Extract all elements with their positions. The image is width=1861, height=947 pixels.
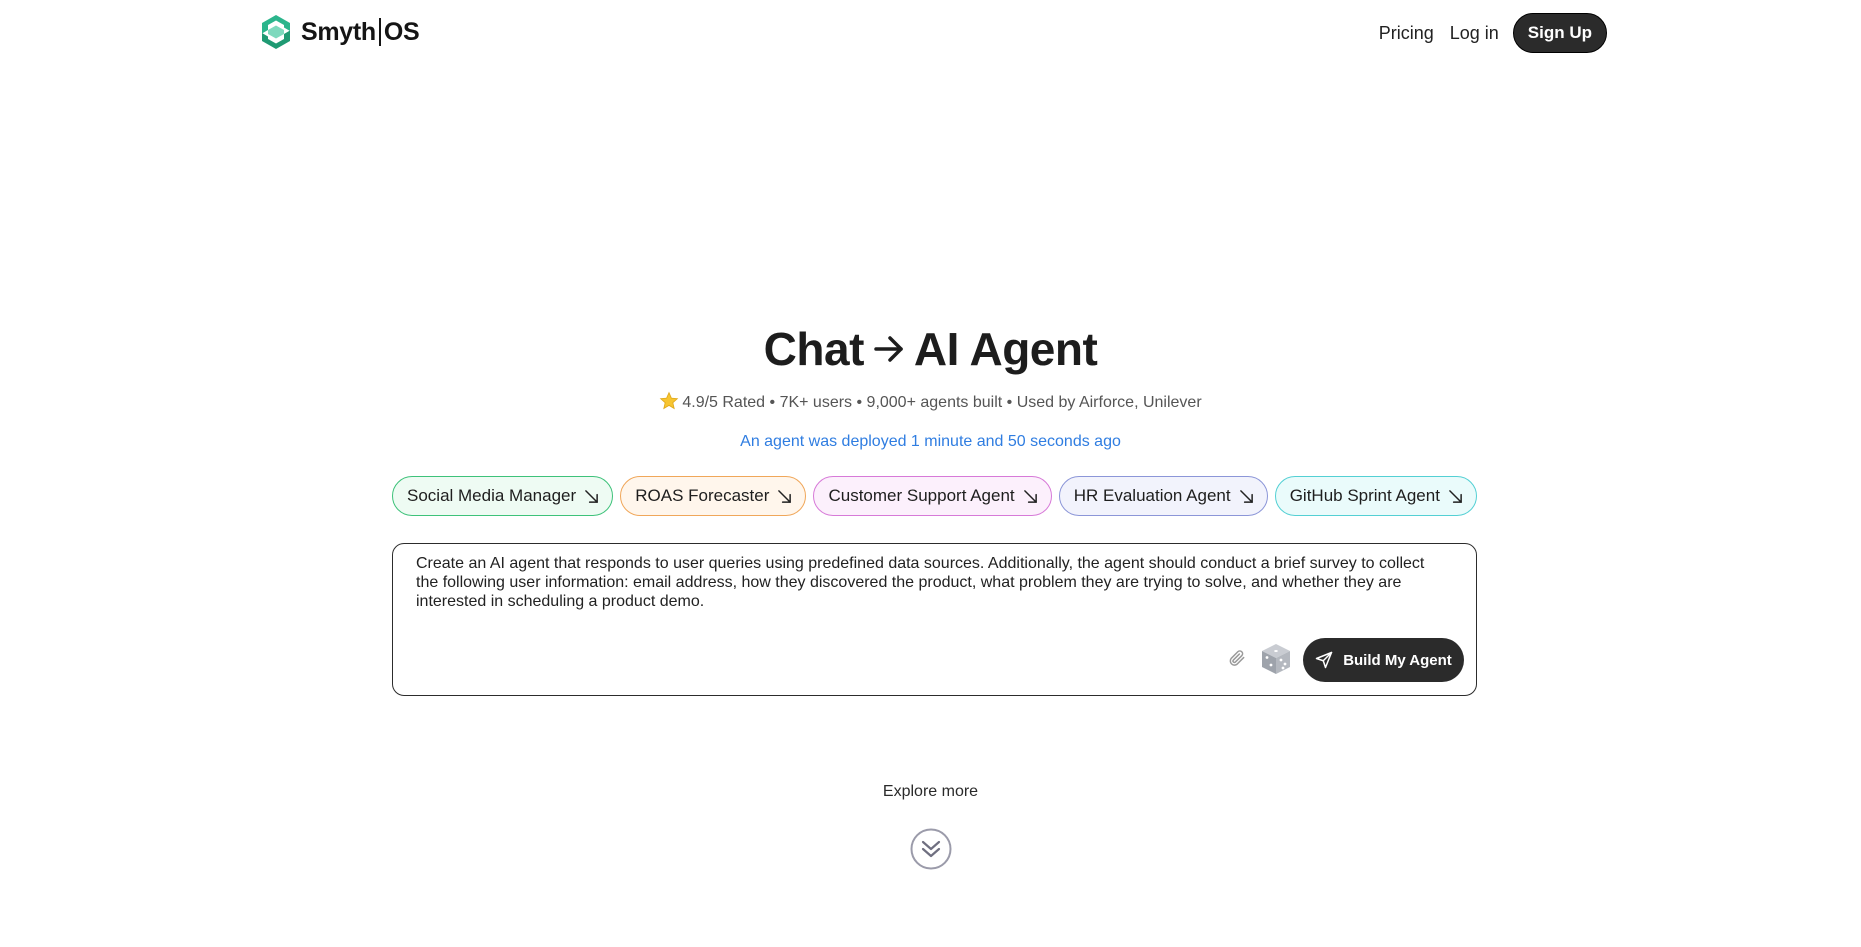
chip-social-media-manager[interactable]: Social Media Manager: [392, 476, 614, 516]
brand-name: Smyth OS: [301, 17, 420, 47]
arrow-down-right-icon: [585, 489, 599, 503]
deployment-notice: An agent was deployed 1 minute and 50 se…: [740, 433, 1121, 450]
chip-label: GitHub Sprint Agent: [1289, 486, 1440, 505]
explore-more-label: Explore more: [882, 783, 979, 800]
arrow-down-right-icon: [1239, 489, 1253, 503]
send-icon: [1315, 651, 1333, 669]
arrow-down-right-icon: [1449, 489, 1462, 503]
brand-separator: [378, 18, 381, 46]
build-button-label: Build My Agent: [1343, 651, 1452, 669]
prompt-input[interactable]: Create an AI agent that responds to user…: [416, 554, 1451, 634]
signup-button[interactable]: Sign Up: [1512, 13, 1607, 53]
hero-title-right: AI Agent: [913, 323, 1098, 375]
chip-roas-forecaster[interactable]: ROAS Forecaster: [620, 476, 807, 516]
brand-name-left: Smyth: [301, 17, 376, 46]
build-my-agent-button[interactable]: Build My Agent: [1303, 638, 1464, 682]
chip-label: Customer Support Agent: [828, 486, 1015, 505]
header: Smyth OS Pricing Log in Sign Up: [0, 0, 1861, 64]
chip-hr-evaluation-agent[interactable]: HR Evaluation Agent: [1058, 476, 1268, 516]
brand-logo-link[interactable]: Smyth OS: [260, 14, 420, 50]
login-link[interactable]: Log in: [1448, 19, 1501, 48]
hero-title-left: Chat: [763, 323, 865, 375]
chip-customer-support-agent[interactable]: Customer Support Agent: [813, 476, 1052, 516]
template-chips: Social Media Manager ROAS Forecaster Cus…: [392, 476, 1477, 516]
rating-stats: 4.9/5 Rated • 7K+ users • 9,000+ agents …: [0, 391, 1861, 412]
arrow-down-right-icon: [778, 489, 792, 503]
chip-label: Social Media Manager: [407, 486, 577, 505]
arrow-right-icon: [874, 336, 903, 362]
stats-text: 4.9/5 Rated • 7K+ users • 9,000+ agents …: [682, 394, 1202, 411]
prompt-box: Create an AI agent that responds to user…: [392, 543, 1477, 696]
top-nav: Pricing Log in Sign Up: [1377, 13, 1607, 53]
chip-label: ROAS Forecaster: [635, 486, 770, 505]
star-icon: [660, 391, 679, 410]
brand-name-right: OS: [383, 17, 420, 46]
chip-label: HR Evaluation Agent: [1073, 486, 1231, 505]
arrow-down-right-icon: [1023, 489, 1037, 503]
dice-icon[interactable]: [1259, 642, 1293, 676]
paperclip-icon[interactable]: [1227, 648, 1247, 668]
double-chevron-down-icon[interactable]: [910, 828, 952, 870]
smythos-logo-icon: [262, 15, 290, 49]
hero-title: Chat AI Agent: [0, 322, 1861, 376]
pricing-link[interactable]: Pricing: [1377, 19, 1436, 48]
chip-github-sprint-agent[interactable]: GitHub Sprint Agent: [1274, 476, 1477, 516]
